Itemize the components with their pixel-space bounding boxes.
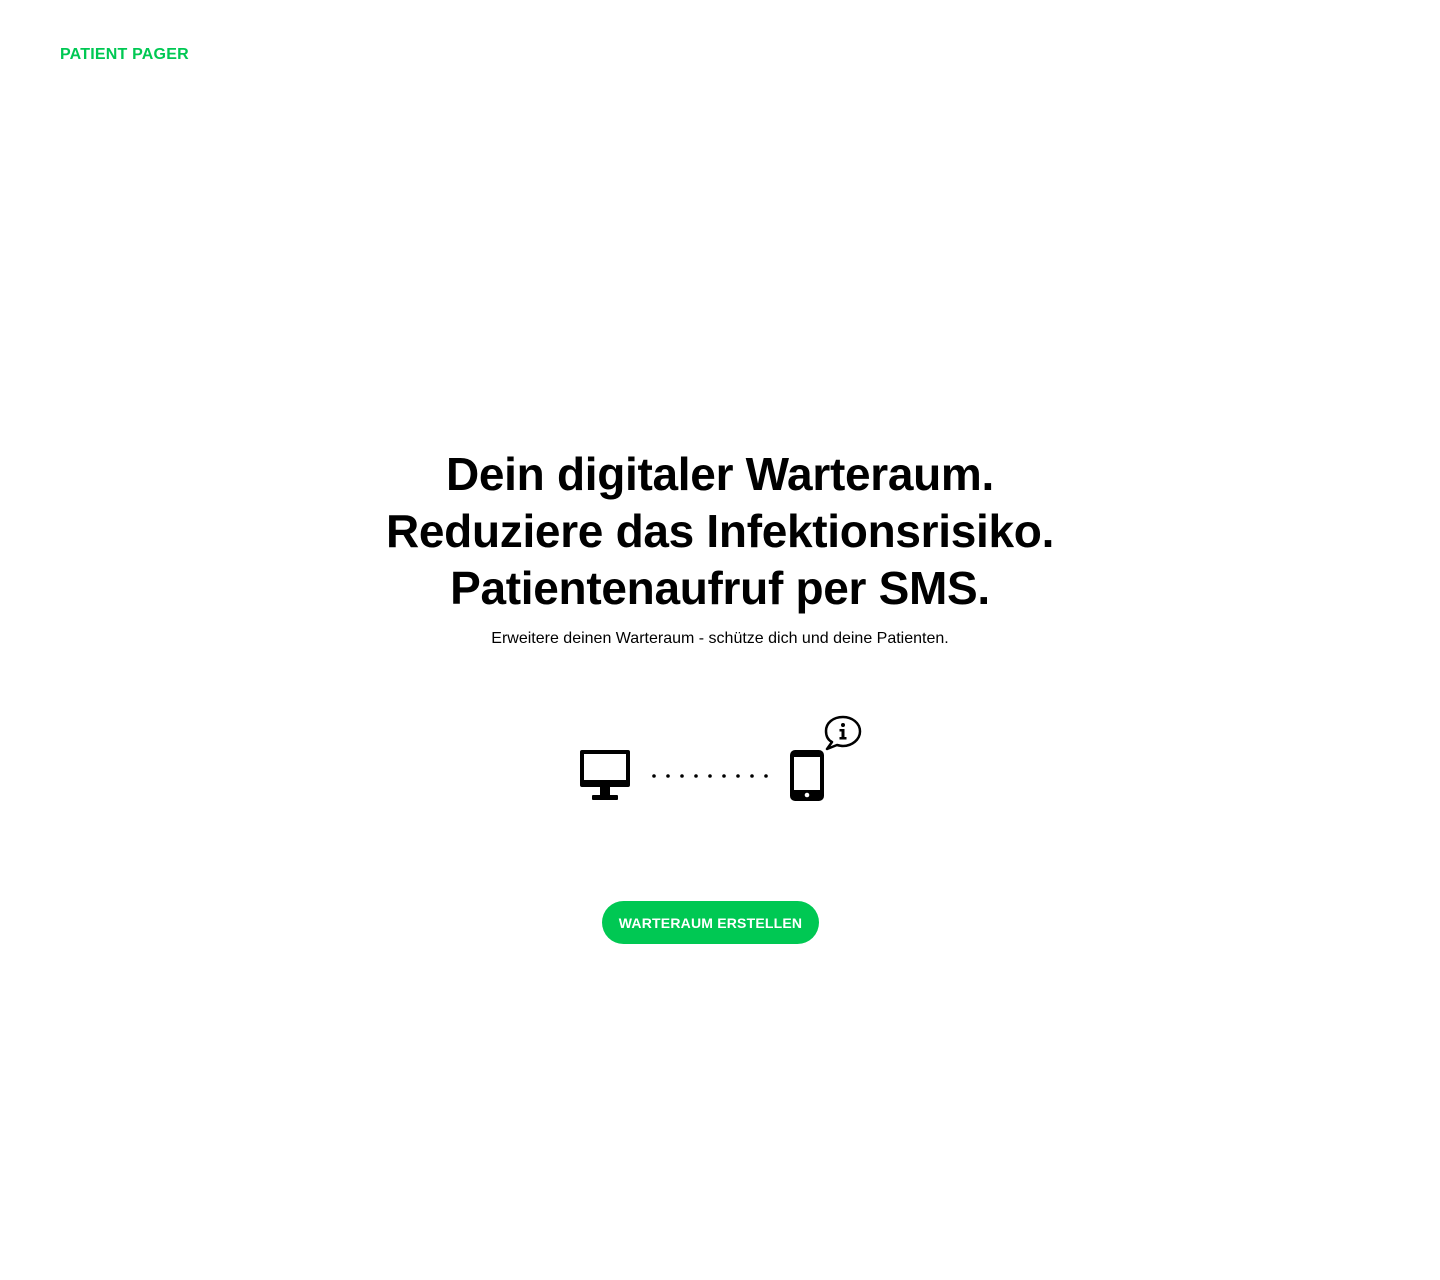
dotted-connection — [652, 774, 768, 778]
info-speech-bubble-icon — [824, 715, 862, 751]
headline-line: Dein digitaler Warteraum. — [445, 448, 995, 500]
page: PATIENT PAGER Dein digitaler Warteraum. … — [0, 0, 1440, 1280]
waiting-room-illustration — [580, 715, 862, 801]
hero-section: Dein digitaler Warteraum. Reduziere das … — [0, 446, 1440, 649]
create-waiting-room-button[interactable]: WARTERAUM ERSTELLEN — [602, 901, 819, 944]
smartphone-icon — [790, 750, 824, 801]
headline-line: Reduziere das Infektionsrisiko. — [385, 505, 1055, 557]
headline-line: Patientenaufruf per SMS. — [450, 562, 990, 614]
hero-subline: Erweitere deinen Warteraum - schütze dic… — [491, 630, 949, 647]
logo-link[interactable]: PATIENT PAGER — [60, 45, 189, 65]
hero-headline: Dein digitaler Warteraum. Reduziere das … — [0, 446, 1440, 617]
desktop-monitor-icon — [580, 750, 630, 800]
